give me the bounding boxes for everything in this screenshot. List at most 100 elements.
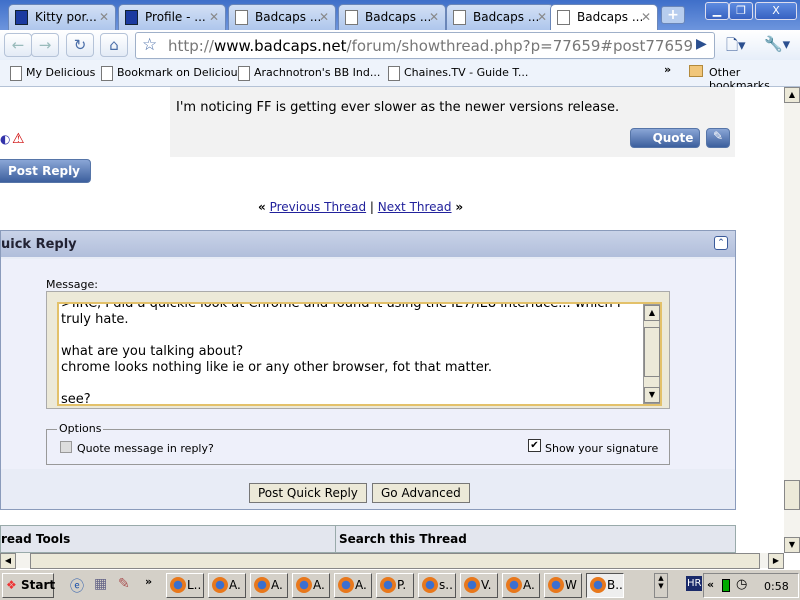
collapse-icon[interactable]: ⌃ <box>714 236 728 250</box>
post-quick-reply-button[interactable]: Post Quick Reply <box>249 483 367 503</box>
language-indicator[interactable]: HR <box>686 576 703 591</box>
taskbar: ❖ Start ⓔ ▦ ✎ » L.. A. A. A. A. P. s.. V.… <box>0 569 800 600</box>
bookmarks-overflow-chevron[interactable]: » <box>664 63 671 76</box>
paint-icon[interactable]: ✎ <box>118 576 130 592</box>
url-text: http://www.badcaps.net/forum/showthread.… <box>168 37 694 55</box>
signature-checkbox[interactable]: ✔ <box>528 439 541 452</box>
tab-label: Profile - ... <box>145 10 206 24</box>
clock[interactable]: 0:58 <box>764 580 789 593</box>
signature-label: Show your signature <box>545 442 659 455</box>
calculator-icon[interactable]: ▦ <box>94 576 107 592</box>
close-window-button[interactable]: X <box>755 2 797 20</box>
go-advanced-button[interactable]: Go Advanced <box>372 483 470 503</box>
bookmark-chaines-tv[interactable]: Chaines.TV - Guide T... <box>386 66 528 81</box>
taskbar-firefox-4[interactable]: A. <box>292 573 330 598</box>
new-tab-button[interactable]: + <box>661 6 685 24</box>
bookmark-arachnotron[interactable]: Arachnotron's BB Ind... <box>236 66 380 81</box>
taskbar-firefox-7[interactable]: s.. <box>418 573 456 598</box>
options-fieldset: Options Quote message in reply? ✔ Show y… <box>46 422 670 465</box>
taskbar-terminal[interactable]: W <box>544 573 582 598</box>
go-icon[interactable]: ▶ <box>696 36 707 52</box>
taskbar-firefox-9[interactable]: A. <box>502 573 540 598</box>
scroll-down-button[interactable]: ▼ <box>644 387 660 403</box>
page-icon <box>15 10 28 25</box>
close-icon[interactable]: ✕ <box>209 10 219 24</box>
ie-icon[interactable]: ⓔ <box>70 576 84 596</box>
scroll-thumb[interactable] <box>30 553 760 569</box>
thread-nav: « Previous Thread | Next Thread » <box>258 200 464 214</box>
network-monitor-icon[interactable] <box>722 579 730 592</box>
taskbar-firefox-8[interactable]: V. <box>460 573 498 598</box>
horizontal-scrollbar[interactable]: ◀ ▶ <box>0 553 784 569</box>
scroll-left-button[interactable]: ◀ <box>0 553 16 569</box>
thread-tools-bar: read Tools Search this Thread <box>0 525 736 553</box>
close-icon[interactable]: ✕ <box>641 10 651 24</box>
start-button[interactable]: ❖ Start <box>2 573 55 598</box>
wrench-icon[interactable]: 🔧▾ <box>764 35 790 53</box>
next-thread-link[interactable]: Next Thread <box>378 200 452 214</box>
quote-button[interactable]: Quote <box>630 128 700 148</box>
taskbar-firefox-5[interactable]: A. <box>334 573 372 598</box>
tab-bar: Kitty por... ✕ Profile - ... ✕ Badcaps ...… <box>0 0 800 31</box>
star-icon[interactable]: ☆ <box>142 35 157 55</box>
windows-logo-icon: ❖ <box>6 578 17 592</box>
search-thread-menu[interactable]: Search this Thread <box>339 532 467 546</box>
quote-checkbox[interactable] <box>60 441 72 453</box>
options-legend: Options <box>57 422 104 435</box>
previous-thread-link[interactable]: Previous Thread <box>270 200 367 214</box>
address-bar[interactable]: ☆ http://www.badcaps.net/forum/showthrea… <box>135 32 715 59</box>
taskbar-firefox-3[interactable]: A. <box>250 573 288 598</box>
forward-button[interactable]: → <box>31 33 59 57</box>
close-icon[interactable]: ✕ <box>99 10 109 24</box>
minimize-button[interactable]: ▁ <box>705 2 729 20</box>
tab-label: Kitty por... <box>35 10 97 24</box>
tray-expand[interactable]: « <box>707 578 714 591</box>
taskbar-firefox-6[interactable]: P. <box>376 573 414 598</box>
close-icon[interactable]: ✕ <box>429 10 439 24</box>
tab-4[interactable]: Badcaps ... ✕ <box>338 4 446 30</box>
message-textarea[interactable]: >IIRC, I did a quickie look at Chrome an… <box>57 302 662 406</box>
bookmark-my-delicious[interactable]: My Delicious <box>8 66 95 81</box>
page-icon <box>125 10 138 25</box>
page-menu-icon[interactable]: 🗋▾ <box>726 35 746 60</box>
quicklaunch-chevron[interactable]: » <box>145 575 152 588</box>
message-box: >IIRC, I did a quickie look at Chrome an… <box>46 291 670 409</box>
tab-2[interactable]: Profile - ... ✕ <box>118 4 226 30</box>
back-button[interactable]: ← <box>4 33 32 57</box>
page-content: I'm noticing FF is getting ever slower a… <box>0 87 784 553</box>
textarea-scrollbar[interactable]: ▲ ▼ <box>643 304 660 404</box>
scroll-right-button[interactable]: ▶ <box>768 553 784 569</box>
close-icon[interactable]: ✕ <box>319 10 329 24</box>
restore-button[interactable]: ❐ <box>729 2 753 20</box>
scroll-thumb[interactable] <box>784 480 800 510</box>
taskbar-firefox-1[interactable]: L.. <box>166 573 204 598</box>
close-icon[interactable]: ✕ <box>537 10 547 24</box>
clock-icon[interactable]: ◷ <box>736 577 747 592</box>
tab-3[interactable]: Badcaps ... ✕ <box>228 4 336 30</box>
scroll-up-button[interactable]: ▲ <box>784 87 800 103</box>
toolbar: ← → ↻ ⌂ ☆ http://www.badcaps.net/forum/s… <box>0 30 800 60</box>
reload-button[interactable]: ↻ <box>66 33 94 57</box>
report-icon[interactable]: ⚠ <box>12 131 25 147</box>
page-icon <box>345 10 358 25</box>
tab-5[interactable]: Badcaps ... ✕ <box>446 4 554 30</box>
taskbar-chrome-active[interactable]: B.. <box>586 573 624 598</box>
vertical-scrollbar[interactable]: ▲ ▼ <box>784 87 800 553</box>
scroll-up-button[interactable]: ▲ <box>644 305 660 321</box>
quick-reply-panel: uick Reply ⌃ Message: >IIRC, I did a qui… <box>0 230 736 510</box>
post-text: I'm noticing FF is getting ever slower a… <box>176 100 620 115</box>
ip-icon[interactable]: ◐ <box>0 132 10 146</box>
taskbar-firefox-2[interactable]: A. <box>208 573 246 598</box>
home-button[interactable]: ⌂ <box>100 33 128 57</box>
multi-quote-button[interactable]: ✎ <box>706 128 730 148</box>
post-reply-button[interactable]: Post Reply <box>0 159 91 183</box>
tab-6-active[interactable]: Badcaps ... ✕ <box>550 4 658 31</box>
tab-label: Badcaps ... <box>255 10 322 24</box>
tab-1[interactable]: Kitty por... ✕ <box>8 4 116 30</box>
taskbar-scroll[interactable]: ▲ ▼ <box>654 573 668 598</box>
system-tray: « ◷ 0:58 <box>703 573 799 598</box>
scroll-down-button[interactable]: ▼ <box>784 537 800 553</box>
scroll-thumb[interactable] <box>644 327 660 377</box>
thread-tools-menu[interactable]: read Tools <box>1 532 70 546</box>
bookmark-on-delicious[interactable]: Bookmark on Delicious <box>99 66 243 81</box>
